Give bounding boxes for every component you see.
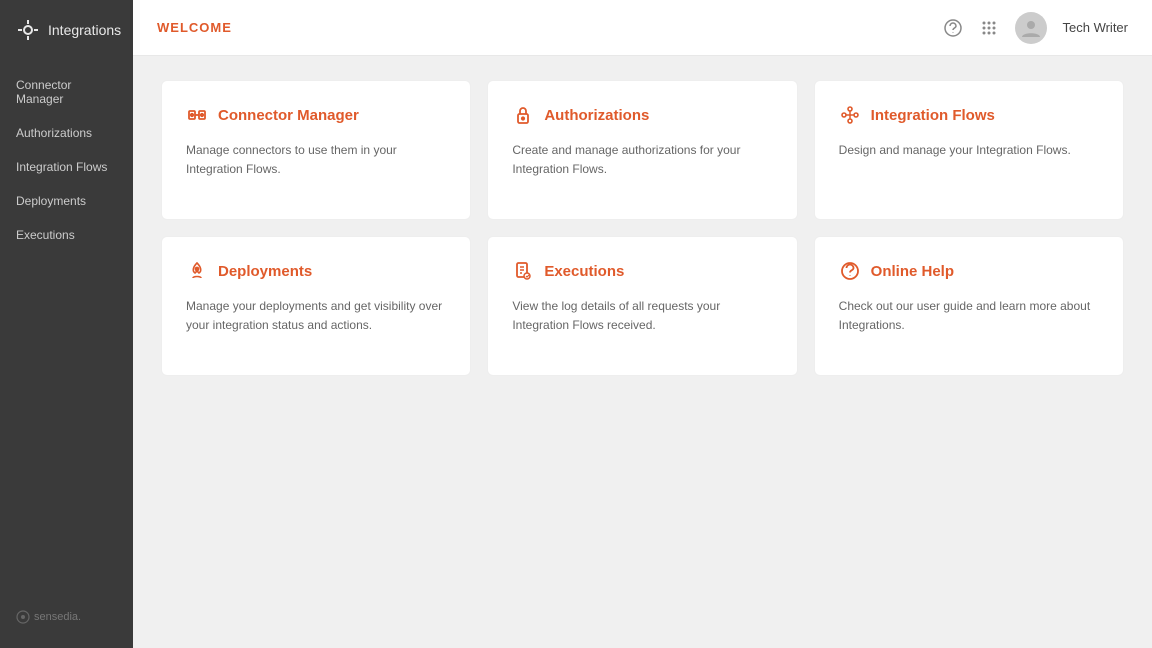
- card-description: Create and manage authorizations for you…: [512, 141, 772, 179]
- help-icon[interactable]: [943, 18, 963, 38]
- card-description: View the log details of all requests you…: [512, 297, 772, 335]
- integrations-logo-icon: [16, 18, 40, 42]
- sidebar-footer: sensedia.: [0, 594, 97, 640]
- integration-flows-icon: [839, 105, 861, 125]
- card-deployments[interactable]: Deployments Manage your deployments and …: [161, 236, 471, 376]
- sidebar-nav: Connector Manager Authorizations Integra…: [0, 68, 133, 594]
- card-integration-flows[interactable]: Integration Flows Design and manage your…: [814, 80, 1124, 220]
- card-title: Authorizations: [544, 107, 649, 124]
- card-title: Connector Manager: [218, 107, 359, 124]
- deployments-icon: [186, 261, 208, 281]
- executions-icon: [512, 261, 534, 281]
- authorizations-icon: [512, 105, 534, 125]
- card-description: Manage your deployments and get visibili…: [186, 297, 446, 335]
- grid-icon[interactable]: [979, 18, 999, 38]
- card-description: Design and manage your Integration Flows…: [839, 141, 1099, 160]
- card-header: Online Help: [839, 261, 1099, 281]
- card-authorizations[interactable]: Authorizations Create and manage authori…: [487, 80, 797, 220]
- page-title: WELCOME: [157, 20, 232, 35]
- sidebar-item-deployments[interactable]: Deployments: [0, 184, 133, 218]
- card-description: Manage connectors to use them in your In…: [186, 141, 446, 179]
- card-header: Connector Manager: [186, 105, 446, 125]
- topbar-actions: Tech Writer: [943, 12, 1129, 44]
- card-title: Executions: [544, 263, 624, 280]
- card-header: Authorizations: [512, 105, 772, 125]
- avatar[interactable]: [1015, 12, 1047, 44]
- user-name: Tech Writer: [1063, 20, 1129, 35]
- card-online-help[interactable]: Online Help Check out our user guide and…: [814, 236, 1124, 376]
- sidebar-item-integration-flows[interactable]: Integration Flows: [0, 150, 133, 184]
- sidebar-item-executions[interactable]: Executions: [0, 218, 133, 252]
- main-area: WELCOME: [133, 0, 1152, 648]
- topbar: WELCOME: [133, 0, 1152, 56]
- card-header: Executions: [512, 261, 772, 281]
- card-title: Online Help: [871, 263, 954, 280]
- sidebar-item-connector-manager[interactable]: Connector Manager: [0, 68, 133, 116]
- card-header: Integration Flows: [839, 105, 1099, 125]
- card-title: Deployments: [218, 263, 312, 280]
- card-connector-manager[interactable]: Connector Manager Manage connectors to u…: [161, 80, 471, 220]
- logo-area: Integrations: [0, 0, 137, 60]
- card-executions[interactable]: Executions View the log details of all r…: [487, 236, 797, 376]
- content-area: Connector Manager Manage connectors to u…: [133, 56, 1152, 648]
- card-header: Deployments: [186, 261, 446, 281]
- cards-grid: Connector Manager Manage connectors to u…: [161, 80, 1124, 376]
- card-title: Integration Flows: [871, 107, 995, 124]
- sidebar-item-authorizations[interactable]: Authorizations: [0, 116, 133, 150]
- sensedia-brand: sensedia.: [16, 610, 81, 624]
- sidebar: Integrations Connector Manager Authoriza…: [0, 0, 133, 648]
- connector-manager-icon: [186, 105, 208, 125]
- online-help-icon: [839, 261, 861, 281]
- card-description: Check out our user guide and learn more …: [839, 297, 1099, 335]
- logo-text: Integrations: [48, 22, 121, 38]
